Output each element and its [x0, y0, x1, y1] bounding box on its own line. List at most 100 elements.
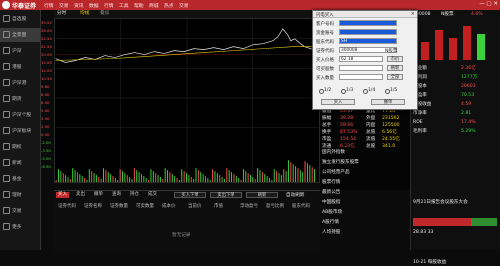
stock-name: N股票: [441, 12, 454, 17]
auto-refresh-checkbox[interactable]: 自动刷新: [286, 193, 304, 199]
chart-tab-timeshare[interactable]: 分时: [57, 11, 66, 17]
trade-button[interactable]: 卖出下单: [210, 192, 242, 198]
trade-tab[interactable]: 买入: [56, 192, 69, 198]
menu-item[interactable]: 行情: [104, 2, 114, 9]
sidebar-item[interactable]: 沪深: [0, 44, 40, 58]
price-axis-label: 9.60: [41, 84, 50, 89]
volume-bar: [247, 173, 249, 182]
right-stat-value: 5.29%: [461, 129, 476, 134]
stock-change: 4.6%: [471, 12, 483, 17]
trade-tab[interactable]: 查询: [110, 192, 123, 198]
field-input[interactable]: SH: [339, 38, 397, 44]
chart-tab-avg[interactable]: 均线: [80, 11, 89, 17]
right-news-item[interactable]: 10-21 每股收益: [413, 260, 446, 266]
volume-bar: [136, 170, 138, 182]
price-axis-label: 3.50: [41, 116, 50, 121]
trade-tab[interactable]: 卖出: [74, 192, 87, 198]
mini-bar-chart: [421, 26, 485, 60]
volume-bar: [261, 172, 263, 182]
menu-item[interactable]: 数据: [89, 2, 99, 9]
price-chart[interactable]: [54, 18, 320, 183]
volume-bar: [193, 179, 195, 182]
volume-bar: [119, 169, 121, 182]
field-input[interactable]: 62.18: [339, 56, 383, 62]
sidebar-item[interactable]: 基金: [0, 172, 40, 186]
sidebar-item[interactable]: 沪深港: [0, 76, 40, 90]
sidebar-item[interactable]: 沪深个股: [0, 108, 40, 122]
sidebar-item[interactable]: 新闻: [0, 156, 40, 170]
info-list-item[interactable]: AB股市场: [322, 210, 342, 216]
info-list-item[interactable]: 最新公告: [322, 190, 340, 196]
info-list-item[interactable]: 独立发行股东股票: [322, 160, 359, 166]
right-stat-value: 2.81: [461, 111, 472, 116]
sidebar-item[interactable]: 理财: [0, 188, 40, 202]
trade-tab[interactable]: 持仓: [128, 192, 141, 198]
volume-bar: [69, 179, 71, 182]
chart-icon: [3, 47, 10, 54]
sidebar-item[interactable]: 更多: [0, 220, 40, 234]
sidebar-item[interactable]: 港股: [0, 60, 40, 74]
info-list-item[interactable]: 人均持股: [322, 230, 340, 236]
volume-bar: [169, 172, 171, 182]
trade-tab[interactable]: 撤单: [92, 192, 105, 198]
right-stat-label: 毛利率: [413, 129, 427, 134]
field-button[interactable]: 全部: [387, 74, 403, 80]
volume-bar: [276, 171, 278, 182]
volume-bar: [162, 179, 164, 182]
volume-bar: [159, 177, 161, 182]
field-input[interactable]: [339, 29, 397, 35]
volume-bar: [181, 169, 183, 182]
volume-bars: [55, 160, 316, 182]
field-input[interactable]: [339, 20, 397, 26]
volume-bar: [72, 168, 74, 182]
volume-bar: [212, 169, 214, 182]
volume-bar: [304, 161, 306, 182]
sidebar-item[interactable]: 交易: [0, 204, 40, 218]
field-input[interactable]: [339, 65, 383, 71]
info-list-item[interactable]: 公司经营产品: [322, 170, 350, 176]
dialog-titlebar[interactable]: 闪电买入 ×: [313, 11, 417, 18]
menu-item[interactable]: 帮助: [134, 2, 144, 9]
cancel-order-button[interactable]: 撤单: [371, 99, 405, 105]
sidebar-item[interactable]: 自选股: [0, 12, 40, 26]
menu-item[interactable]: 热点: [164, 2, 174, 9]
sidebar-item[interactable]: 沪深板块: [0, 124, 40, 138]
sidebar-item[interactable]: 期货: [0, 92, 40, 106]
menu-item[interactable]: 工具: [119, 2, 129, 9]
info-list-item[interactable]: A股行情: [322, 220, 339, 226]
stat-label: 外盘: [366, 116, 376, 121]
field-button[interactable]: 刷新: [387, 65, 403, 71]
stat-label: 换手: [322, 130, 332, 135]
app-brand: 华泰证券: [12, 3, 37, 10]
info-list-item[interactable]: 中国股指: [322, 200, 340, 206]
field-button[interactable]: 市价: [387, 56, 403, 62]
trade-tab[interactable]: 成交: [146, 192, 159, 198]
trade-button[interactable]: 买入下单: [174, 192, 206, 198]
sidebar-item[interactable]: 期权: [0, 140, 40, 154]
field-input[interactable]: [339, 74, 383, 80]
sidebar-item[interactable]: 全景图: [0, 28, 40, 42]
volume-bar: [292, 164, 294, 182]
column-header: 盈亏比例: [266, 204, 284, 209]
volume-bar: [233, 174, 235, 182]
info-list-item[interactable]: 国内外指数: [322, 150, 345, 156]
close-icon[interactable]: ×: [411, 11, 415, 17]
price-axis-label: -2.00: [41, 140, 51, 145]
menu-item[interactable]: 行情: [44, 2, 54, 9]
chart-tab-overlay[interactable]: 叠加: [100, 11, 109, 17]
volume-bar: [110, 174, 112, 182]
menu-item[interactable]: 交易: [179, 2, 189, 9]
stat-label: 总股: [366, 144, 376, 149]
window-controls[interactable]: — ▢ ✕: [479, 1, 498, 7]
volume-bar: [204, 176, 206, 182]
menu-item[interactable]: 商城: [149, 2, 159, 9]
info-list-item[interactable]: 股票行情: [322, 180, 340, 186]
right-news-item[interactable]: 9月21日报告会议股东大会: [413, 200, 468, 206]
buy-button[interactable]: 买入: [321, 99, 355, 105]
quick-buy-dialog[interactable]: 闪电买入 × 客户号码 资金账号 股东代码 SH 证券代码 300008 N股票 买入价格 62…: [312, 10, 418, 110]
menu-item[interactable]: 资讯: [74, 2, 84, 9]
right-news-item[interactable]: 28.83 33: [413, 230, 433, 236]
volume-bar: [235, 176, 237, 182]
menu-item[interactable]: 交易: [59, 2, 69, 9]
trade-button[interactable]: 刷新: [246, 192, 278, 198]
